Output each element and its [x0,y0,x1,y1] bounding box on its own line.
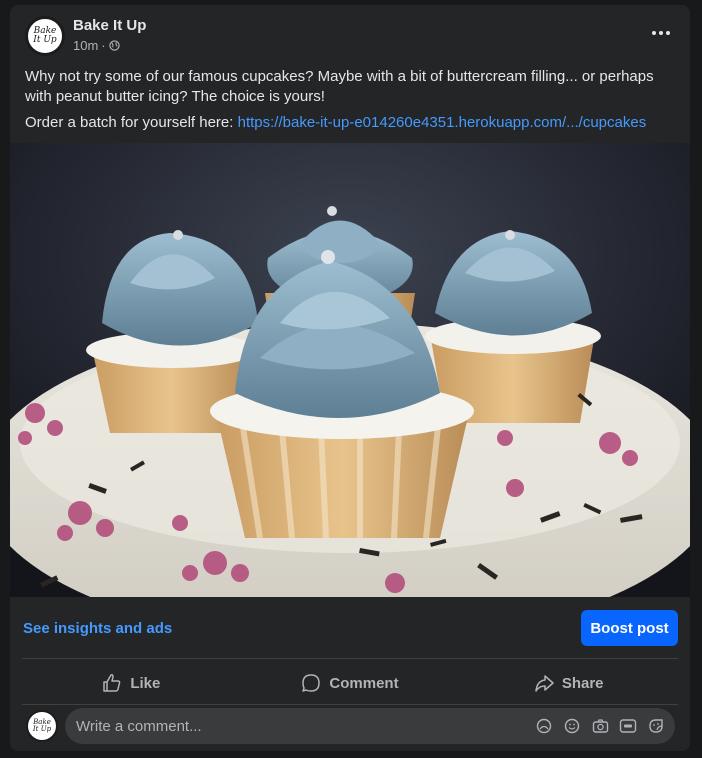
post-card: Bake It Up Bake It Up 10m · Why not try … [10,5,690,751]
comment-tools [535,717,665,735]
post-timestamp[interactable]: 10m [73,38,98,53]
boost-post-button[interactable]: Boost post [581,610,678,646]
post-photo[interactable] [10,143,690,597]
avatar-text-line2: It Up [32,725,52,733]
share-label: Share [561,674,604,692]
meta-separator: · [101,38,106,53]
more-options-icon[interactable] [646,23,676,43]
divider [22,658,678,659]
comment-placeholder: Write a comment... [76,717,202,735]
camera-icon[interactable] [591,717,609,735]
like-label: Like [130,674,161,692]
comment-input[interactable]: Write a comment... [65,708,675,744]
see-insights-link[interactable]: See insights and ads [23,620,172,637]
speech-bubble-icon [302,674,321,692]
order-prefix: Order a batch for yourself here: [25,114,238,131]
thumbs-up-icon [103,674,121,692]
post-actions: Like Comment Share [22,662,678,704]
sticker-icon[interactable] [647,717,665,735]
emoji-icon[interactable] [563,717,581,735]
insights-bar: See insights and ads Boost post [10,597,690,661]
post-text-line1: Why not try some of our famous cupcakes?… [25,68,654,105]
comment-label: Comment [329,674,399,692]
page-name-link[interactable]: Bake It Up [73,17,146,34]
avatar-sticker-icon[interactable] [535,717,553,735]
cupcakes-illustration [10,143,690,597]
comment-button[interactable]: Comment [241,662,460,704]
post-body: Why not try some of our famous cupcakes?… [25,67,675,139]
page-avatar[interactable]: Bake It Up [25,16,65,56]
globe-icon[interactable] [108,40,120,51]
post-order-line: Order a batch for yourself here: https:/… [25,113,675,133]
gif-icon[interactable] [619,717,637,735]
order-link[interactable]: https://bake-it-up-e014260e4351.herokuap… [238,114,647,131]
share-arrow-icon [535,675,554,692]
post-meta: 10m · [73,38,120,53]
share-button[interactable]: Share [459,662,678,704]
like-button[interactable]: Like [22,662,241,704]
comment-row: Bake It Up Write a comment... [10,705,690,751]
post-header: Bake It Up Bake It Up 10m · [10,5,690,65]
commenter-avatar[interactable]: Bake It Up [26,710,58,742]
avatar-text-line2: It Up [33,35,57,45]
